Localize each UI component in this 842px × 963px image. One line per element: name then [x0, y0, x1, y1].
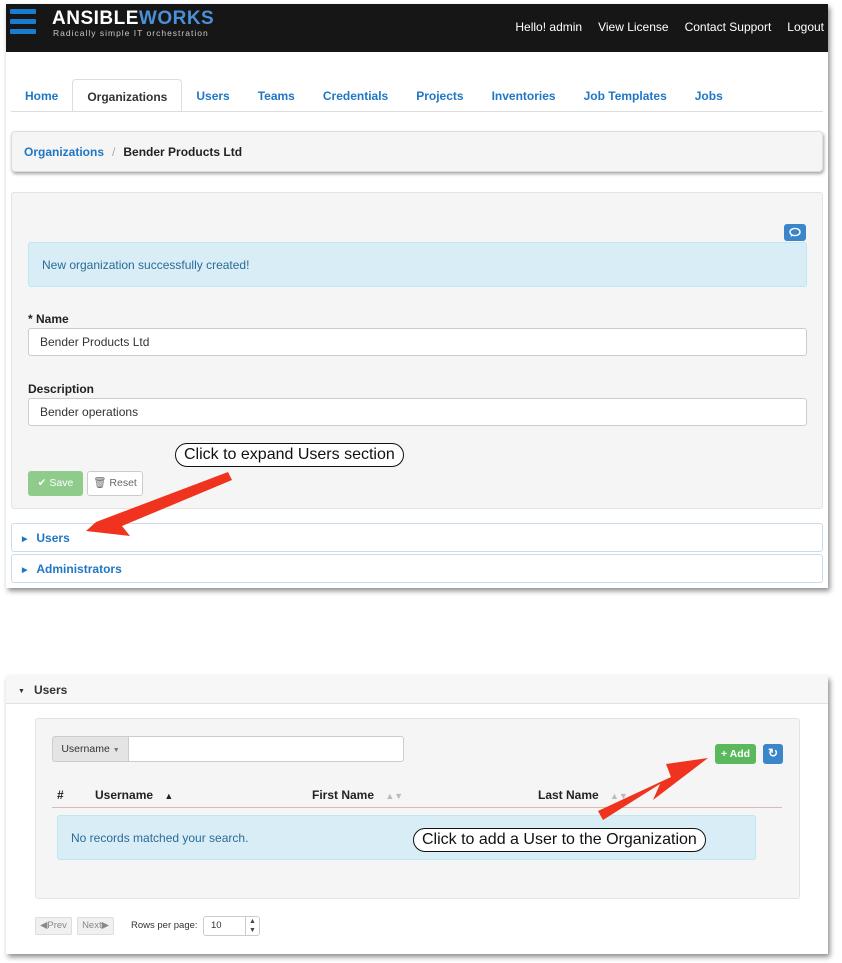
brand-tagline: Radically simple IT orchestration	[53, 28, 209, 38]
table-header-divider	[52, 807, 782, 808]
sort-ascending-icon: ▲	[164, 791, 174, 801]
stepper-icon: ▲ ▼	[245, 917, 259, 935]
users-accordion[interactable]: ▶ Users	[11, 523, 823, 552]
search-field-dropdown[interactable]: Username ▼	[52, 736, 129, 762]
prev-page-button[interactable]: ◀Prev	[35, 917, 72, 935]
description-field[interactable]: Bender operations	[28, 398, 807, 426]
tab-projects[interactable]: Projects	[402, 79, 477, 112]
users-section-header[interactable]: ▼ Users	[6, 676, 828, 704]
trash-icon: 🗑	[93, 477, 107, 489]
caret-right-icon: ▶	[22, 567, 28, 574]
breadcrumb: Organizations / Bender Products Ltd	[11, 131, 823, 172]
brand-logo[interactable]: ANSIBLEWORKS	[52, 8, 214, 30]
check-icon: ✔	[37, 477, 47, 489]
next-page-button[interactable]: Next▶	[77, 917, 114, 935]
sort-icon: ▲▼	[610, 791, 628, 801]
column-header-last-name-label: Last Name	[538, 788, 599, 802]
tabs-divider	[11, 111, 823, 112]
tab-home[interactable]: Home	[11, 79, 72, 112]
add-label: Add	[729, 748, 751, 760]
expand-users-callout: Click to expand Users section	[175, 443, 404, 467]
users-section-screenshot: ▼ Users Username ▼ + Add ↻ # Username ▲ F…	[6, 676, 828, 954]
add-user-callout: Click to add a User to the Organization	[413, 828, 706, 852]
breadcrumb-organizations-link[interactable]: Organizations	[24, 145, 104, 159]
plus-icon: +	[720, 748, 728, 760]
add-user-button[interactable]: + Add	[715, 744, 756, 764]
users-accordion-label: Users	[36, 531, 70, 545]
tab-users[interactable]: Users	[182, 79, 243, 112]
organization-edit-screenshot: ANSIBLEWORKS Radically simple IT orchest…	[6, 4, 828, 588]
prev-label: Prev	[47, 920, 67, 931]
sort-icon: ▲▼	[385, 791, 404, 801]
breadcrumb-separator: /	[112, 145, 116, 159]
main-tabs: Home Organizations Users Teams Credentia…	[11, 79, 737, 112]
next-arrow-icon: ▶	[101, 920, 109, 931]
administrators-accordion-label: Administrators	[36, 562, 122, 576]
search-group: Username ▼	[52, 736, 404, 762]
search-field-label: Username	[61, 743, 110, 755]
search-input[interactable]	[128, 736, 404, 762]
column-header-username-label: Username	[95, 788, 154, 802]
tab-inventories[interactable]: Inventories	[478, 79, 570, 112]
rows-per-page-value: 10	[211, 920, 222, 931]
top-navbar: ANSIBLEWORKS Radically simple IT orchest…	[6, 4, 828, 52]
help-chat-icon[interactable]	[784, 224, 806, 241]
name-label: * Name	[28, 312, 69, 326]
greeting-link[interactable]: Hello! admin	[515, 20, 582, 34]
rows-per-page-select[interactable]: 10 ▲ ▼	[203, 916, 260, 936]
view-license-link[interactable]: View License	[598, 20, 669, 34]
caret-down-icon: ▼	[18, 688, 25, 695]
tab-teams[interactable]: Teams	[244, 79, 309, 112]
contact-support-link[interactable]: Contact Support	[685, 20, 772, 34]
save-label: Save	[49, 477, 74, 489]
tab-organizations[interactable]: Organizations	[72, 79, 183, 112]
tab-job-templates[interactable]: Job Templates	[570, 79, 681, 112]
column-header-first-name-label: First Name	[312, 788, 375, 802]
rows-per-page-label: Rows per page:	[131, 920, 198, 931]
users-list-panel: Username ▼ + Add ↻ # Username ▲ First Na…	[35, 718, 800, 899]
menu-icon[interactable]	[10, 9, 36, 37]
description-label: Description	[28, 382, 95, 396]
brand-works: WORKS	[138, 8, 215, 29]
refresh-icon[interactable]: ↻	[763, 744, 783, 764]
save-button[interactable]: ✔ Save	[28, 471, 83, 496]
breadcrumb-current: Bender Products Ltd	[123, 145, 243, 159]
organization-form: New organization successfully created! *…	[11, 192, 823, 509]
next-label: Next	[82, 920, 102, 931]
reset-label: Reset	[109, 477, 137, 489]
users-section-title: Users	[33, 683, 68, 697]
column-header-last-name[interactable]: Last Name ▲▼	[538, 788, 628, 802]
brand-ansible: ANSIBLE	[52, 8, 139, 29]
caret-right-icon: ▶	[22, 536, 28, 543]
column-header-first-name[interactable]: First Name ▲▼	[312, 788, 403, 802]
column-header-username[interactable]: Username ▲	[95, 788, 173, 802]
success-alert: New organization successfully created!	[28, 242, 807, 287]
logout-link[interactable]: Logout	[787, 20, 824, 34]
administrators-accordion[interactable]: ▶ Administrators	[11, 554, 823, 583]
caret-down-icon: ▼	[112, 747, 120, 754]
column-header-index: #	[57, 788, 64, 802]
tab-credentials[interactable]: Credentials	[309, 79, 402, 112]
top-nav-links: Hello! admin View License Contact Suppor…	[499, 20, 828, 34]
tab-jobs[interactable]: Jobs	[681, 79, 737, 112]
name-field[interactable]: Bender Products Ltd	[28, 328, 807, 356]
reset-button[interactable]: 🗑 Reset	[87, 471, 143, 496]
